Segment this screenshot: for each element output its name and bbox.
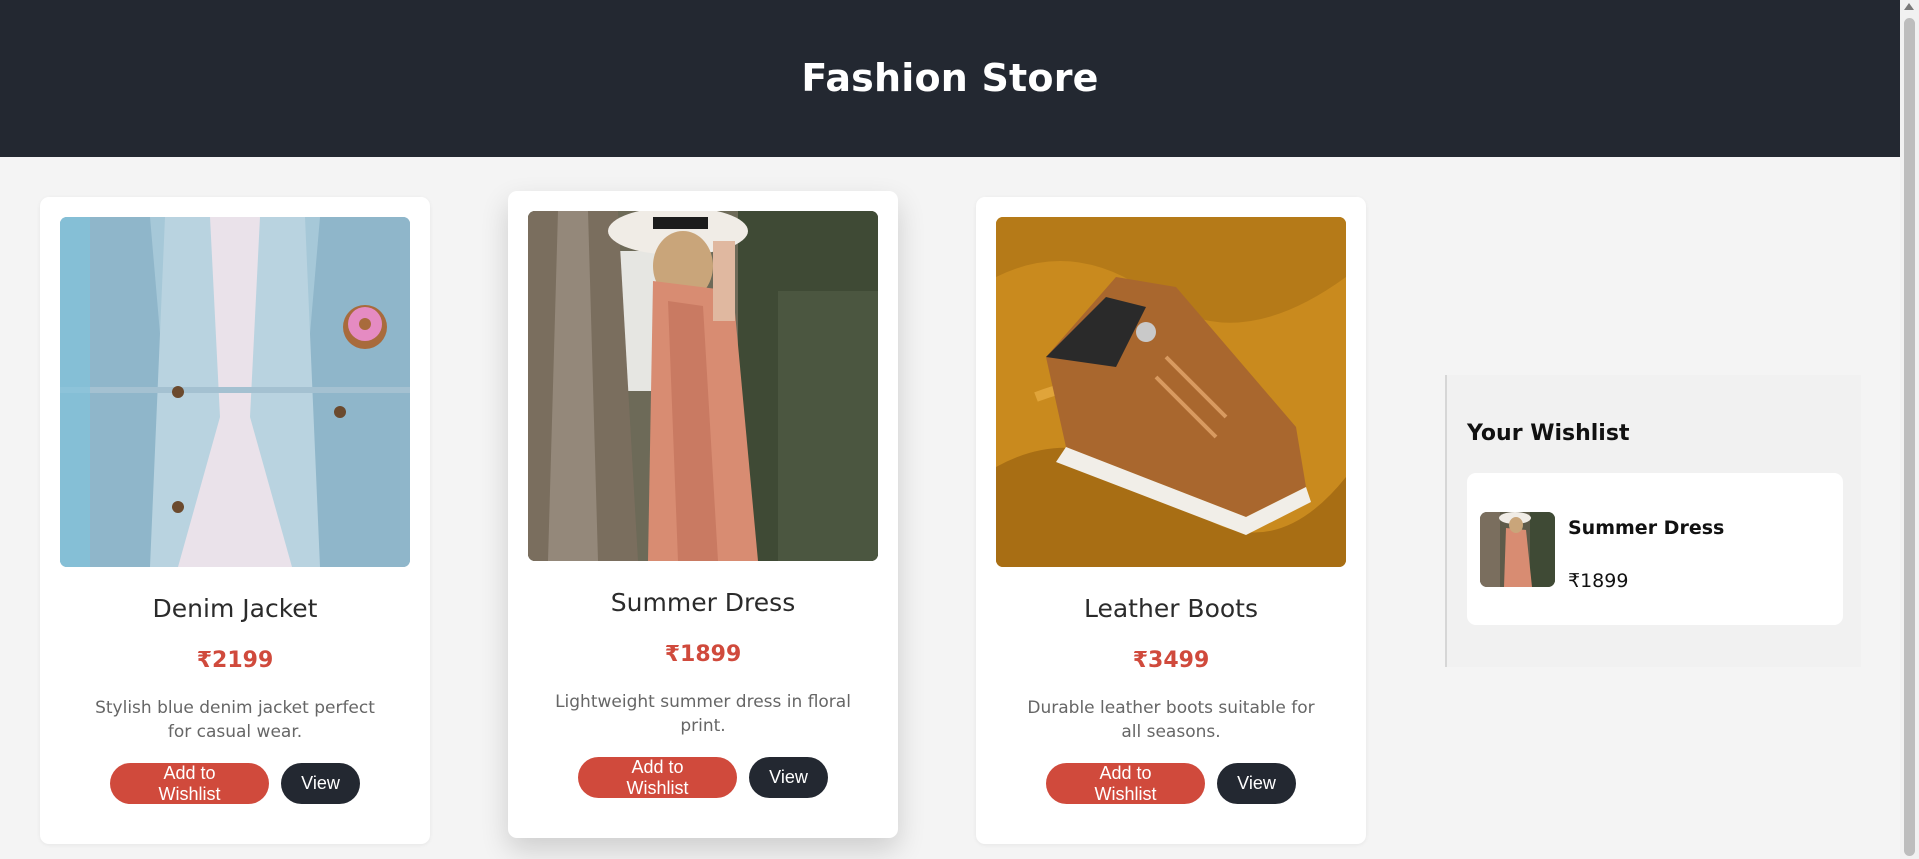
product-card-summer-dress: Summer Dress ₹1899 Lightweight summer dr…	[508, 191, 898, 838]
product-price: ₹1899	[664, 642, 742, 667]
wishlist-item[interactable]: Summer Dress ₹1899	[1467, 473, 1843, 625]
product-name: Denim Jacket	[152, 594, 318, 623]
product-name: Summer Dress	[610, 588, 796, 617]
view-button[interactable]: View	[1217, 763, 1296, 804]
view-button[interactable]: View	[749, 757, 828, 798]
wishlist-item-thumbnail	[1480, 512, 1555, 587]
scroll-up-arrow-icon[interactable]	[1904, 3, 1914, 10]
page-title: Fashion Store	[801, 55, 1099, 100]
product-description: Lightweight summer dress in floral print…	[555, 692, 851, 736]
site-header: Fashion Store	[0, 0, 1900, 157]
product-actions: Add to Wishlist View	[976, 763, 1366, 804]
wishlist-title: Your Wishlist	[1467, 421, 1630, 446]
view-button[interactable]: View	[281, 763, 360, 804]
product-actions: Add to Wishlist View	[508, 757, 898, 798]
product-image-summer-dress[interactable]	[528, 211, 878, 561]
add-to-wishlist-button[interactable]: Add to Wishlist	[110, 763, 269, 804]
wishlist-panel: Your Wishlist Summer Dress ₹1899	[1445, 375, 1861, 667]
wishlist-item-price: ₹1899	[1568, 570, 1629, 592]
product-price: ₹3499	[1132, 648, 1210, 673]
product-actions: Add to Wishlist View	[40, 763, 430, 804]
add-to-wishlist-button[interactable]: Add to Wishlist	[578, 757, 737, 798]
product-card-leather-boots: Leather Boots ₹3499 Durable leather boot…	[976, 197, 1366, 844]
wishlist-item-name: Summer Dress	[1568, 517, 1725, 539]
product-card-denim-jacket: Denim Jacket ₹2199 Stylish blue denim ja…	[40, 197, 430, 844]
product-description: Stylish blue denim jacket perfect for ca…	[95, 698, 375, 742]
add-to-wishlist-button[interactable]: Add to Wishlist	[1046, 763, 1205, 804]
product-name: Leather Boots	[1083, 594, 1258, 623]
product-description: Durable leather boots suitable for all s…	[1027, 698, 1315, 742]
page-scrollbar[interactable]	[1900, 0, 1919, 859]
product-image-leather-boots[interactable]	[996, 217, 1346, 567]
scrollbar-thumb[interactable]	[1904, 18, 1915, 856]
product-price: ₹2199	[196, 648, 274, 673]
product-image-denim-jacket[interactable]	[60, 217, 410, 567]
